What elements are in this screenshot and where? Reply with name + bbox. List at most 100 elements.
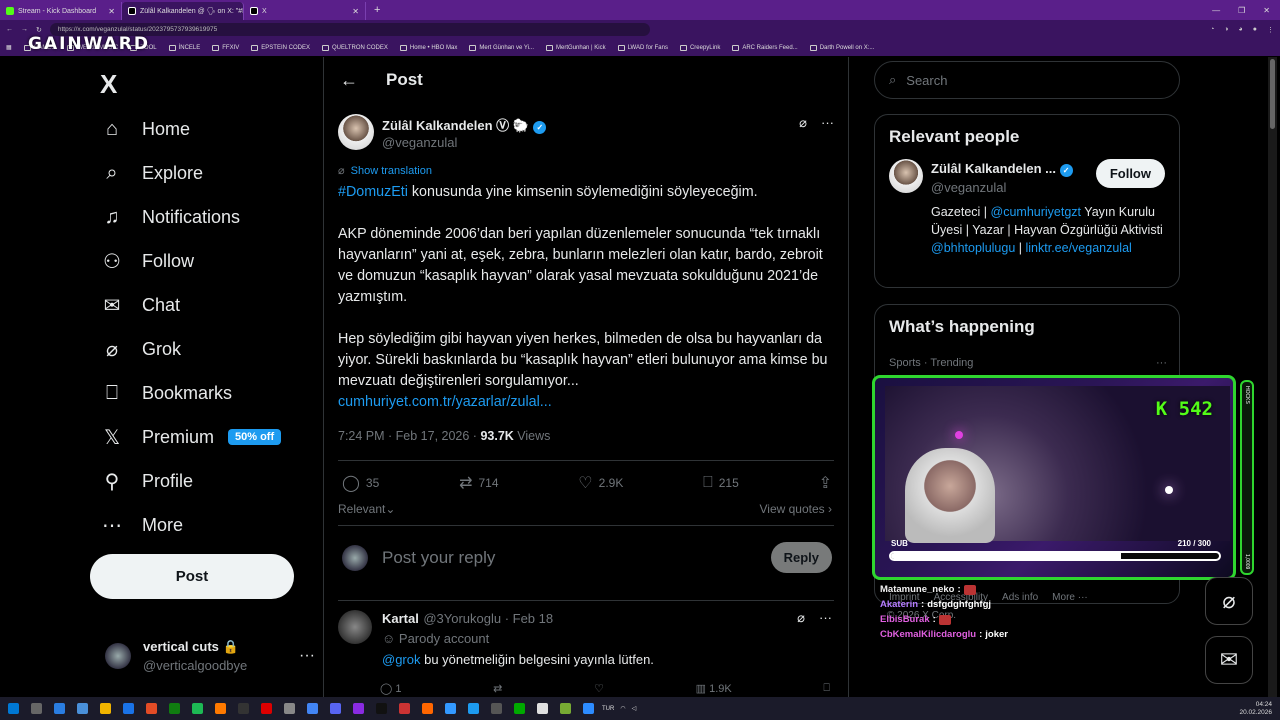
taskbar-app-icon[interactable]: [77, 703, 88, 714]
follow-button[interactable]: Follow: [1095, 159, 1165, 188]
bookmark-item[interactable]: CreepyLink: [679, 44, 720, 51]
taskbar-app-icon[interactable]: [468, 703, 479, 714]
taskbar-app-icon[interactable]: [537, 703, 548, 714]
close-tab-icon[interactable]: ✕: [108, 7, 115, 16]
more-icon[interactable]: ···: [819, 610, 832, 626]
avatar[interactable]: [338, 114, 374, 150]
new-tab-button[interactable]: +: [366, 4, 388, 16]
taskbar-app-icon[interactable]: [583, 703, 594, 714]
extension-icon[interactable]: ◑: [1224, 26, 1228, 34]
post-author[interactable]: Zülâl Kalkandelen Ⓥ 🐑 ✓ @veganzulal: [338, 114, 547, 150]
reply-author-name[interactable]: Kartal: [382, 611, 419, 626]
start-icon[interactable]: [8, 703, 19, 714]
show-translation-link[interactable]: ⌀ Show translation: [338, 164, 432, 178]
minimize-icon[interactable]: —: [1212, 6, 1220, 15]
account-switcher[interactable]: vertical cuts 🔒 @verticalgoodbye ···: [105, 637, 315, 675]
nav-item-premium[interactable]: 𝕏 Premium 50% off: [100, 425, 282, 449]
browser-tab-post[interactable]: Zülâl Kalkandelen @ 🗣 on X: "#D... ✕: [122, 2, 244, 20]
bookmark-item[interactable]: Mert Günhan ve Yi...: [469, 44, 534, 51]
extension-icon[interactable]: ◕: [1239, 26, 1243, 34]
author-name[interactable]: Zülâl Kalkandelen Ⓥ 🐑: [382, 118, 529, 133]
reload-icon[interactable]: ↻: [36, 26, 42, 34]
nav-item-explore[interactable]: ⌕ Explore: [100, 161, 203, 185]
heart-icon[interactable]: ♡: [594, 682, 604, 695]
taskbar-app-icon[interactable]: [54, 703, 65, 714]
close-window-icon[interactable]: ✕: [1263, 6, 1270, 15]
repost-icon[interactable]: ⇄: [493, 682, 502, 695]
taskbar-app-icon[interactable]: [284, 703, 295, 714]
nav-item-follow[interactable]: ⚇ Follow: [100, 249, 194, 273]
search-icon[interactable]: [31, 703, 42, 714]
nav-item-home[interactable]: ⌂ Home: [100, 117, 190, 141]
taskbar-app-icon[interactable]: [353, 703, 364, 714]
taskbar-app-icon[interactable]: [123, 703, 134, 714]
bookmark-item[interactable]: FFXIV: [212, 44, 239, 51]
reply-button[interactable]: Reply: [770, 542, 832, 573]
bookmark-item[interactable]: QUELTRON CODEX: [321, 44, 388, 51]
person-name[interactable]: Zülâl Kalkandelen ...: [931, 161, 1056, 176]
relevant-person[interactable]: Zülâl Kalkandelen ... ✓ @veganzulal Foll…: [875, 159, 1179, 197]
reply-item[interactable]: Kartal @3Yorukoglu · Feb 18 ☺ Parody acc…: [338, 610, 834, 695]
grok-icon[interactable]: ⌀: [797, 610, 805, 626]
extension-icon[interactable]: ◔: [1210, 26, 1214, 34]
bookmark-icon[interactable]: ⎕: [823, 682, 830, 695]
search-input[interactable]: ⌕ Search: [874, 61, 1180, 99]
views-action[interactable]: ▥ 1.9K: [696, 682, 732, 695]
taskbar-app-icon[interactable]: [330, 703, 341, 714]
bookmark-item[interactable]: ARC Raiders Feed...: [732, 44, 798, 51]
browser-tab-x[interactable]: X ✕: [244, 2, 366, 20]
post-button[interactable]: Post: [90, 554, 294, 599]
close-tab-icon[interactable]: ✕: [352, 7, 359, 16]
maximize-icon[interactable]: ❐: [1238, 6, 1245, 15]
view-quotes-link[interactable]: View quotes ›: [760, 502, 833, 516]
taskbar-app-icon[interactable]: [422, 703, 433, 714]
scrollbar[interactable]: [1268, 57, 1277, 697]
taskbar-app-icon[interactable]: [261, 703, 272, 714]
menu-icon[interactable]: ⋮: [1267, 26, 1274, 34]
profile-avatar-icon[interactable]: ●: [1253, 26, 1257, 34]
nav-item-bookmarks[interactable]: ⎕ Bookmarks: [100, 381, 232, 405]
trend-meta[interactable]: Sports · Trending ···: [889, 357, 1167, 369]
nav-item-profile[interactable]: ⚲ Profile: [100, 469, 193, 493]
author-handle[interactable]: @veganzulal: [382, 135, 546, 150]
mention-link[interactable]: @grok: [382, 652, 421, 667]
reply-action[interactable]: ◯ 1: [380, 682, 402, 695]
messages-float-button[interactable]: ✉: [1205, 636, 1253, 684]
grok-icon[interactable]: ⌀: [799, 115, 807, 131]
more-icon[interactable]: ···: [299, 647, 315, 665]
back-arrow-icon[interactable]: ←: [340, 70, 358, 91]
nav-item-grok[interactable]: ⌀ Grok: [100, 337, 181, 361]
post-link[interactable]: cumhuriyet.com.tr/yazarlar/zulal...: [338, 392, 838, 413]
avatar[interactable]: [338, 610, 372, 644]
bio-mention[interactable]: @cumhuriyetgzt: [991, 205, 1082, 219]
taskbar-app-icon[interactable]: [399, 703, 410, 714]
x-logo-icon[interactable]: X: [100, 69, 117, 100]
taskbar-app-icon[interactable]: [560, 703, 571, 714]
bookmark-item[interactable]: İNCELE: [168, 44, 200, 51]
bookmark-item[interactable]: Home • HBO Max: [399, 44, 457, 51]
nav-item-notifications[interactable]: ♫ Notifications: [100, 205, 241, 229]
taskbar-app-icon[interactable]: [445, 703, 456, 714]
more-icon[interactable]: ···: [821, 115, 834, 131]
taskbar-app-icon[interactable]: [215, 703, 226, 714]
bookmark-item[interactable]: EPSTEIN CODEX: [251, 44, 310, 51]
taskbar-app-icon[interactable]: [238, 703, 249, 714]
volume-icon[interactable]: ◁: [632, 705, 637, 712]
taskbar-app-icon[interactable]: [491, 703, 502, 714]
bookmark-item[interactable]: Darth Powell on X:...: [809, 44, 874, 51]
reply-input[interactable]: Post your reply: [382, 548, 495, 568]
reply-handle-date[interactable]: @3Yorukoglu · Feb 18: [423, 611, 553, 626]
bookmark-item[interactable]: LWAD for Fans: [617, 44, 668, 51]
like-action[interactable]: ♡ 2.9K: [578, 473, 623, 493]
grok-float-button[interactable]: ⌀: [1205, 577, 1253, 625]
bookmark-item[interactable]: MertGunhan | Kick: [546, 44, 606, 51]
nav-item-more[interactable]: ⋯ More: [100, 513, 183, 537]
bookmarks-apps-icon[interactable]: ▦: [6, 44, 12, 51]
browser-tab-kick[interactable]: Stream - Kick Dashboard ✕: [0, 2, 122, 20]
repost-action[interactable]: ⇄ 714: [459, 473, 498, 493]
forward-icon[interactable]: →: [21, 26, 28, 33]
taskbar-app-icon[interactable]: [100, 703, 111, 714]
system-clock[interactable]: 04:24 20.02.2026: [1239, 701, 1272, 717]
taskbar-app-icon[interactable]: [514, 703, 525, 714]
taskbar-app-icon[interactable]: [307, 703, 318, 714]
